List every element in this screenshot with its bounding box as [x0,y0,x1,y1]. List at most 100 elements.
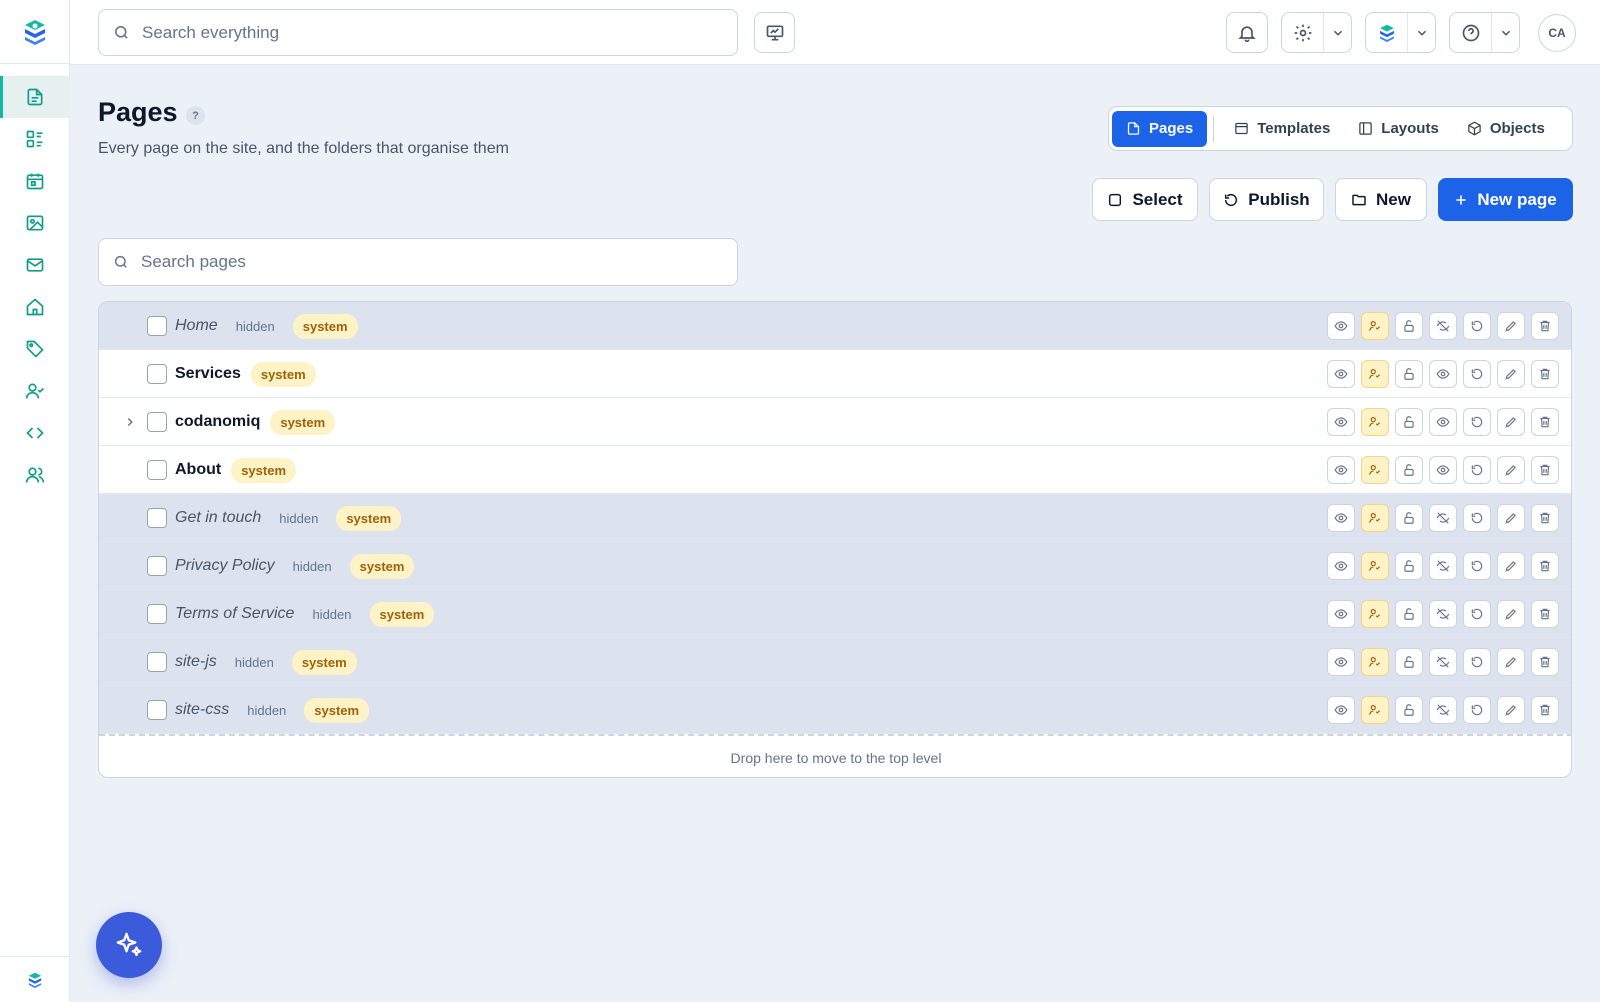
sidebar-item-members[interactable] [0,370,70,412]
page-name[interactable]: codanomiq [175,413,260,431]
global-search-input[interactable] [142,22,737,43]
visibility-toggle[interactable] [1429,648,1457,676]
select-button[interactable]: Select [1092,178,1198,221]
table-row[interactable]: codanomiq system [99,398,1571,446]
permissions-button[interactable] [1361,408,1389,436]
revert-button[interactable] [1463,360,1491,388]
row-checkbox[interactable] [147,652,167,672]
lock-button[interactable] [1395,456,1423,484]
help-menu[interactable] [1449,12,1520,53]
visibility-toggle[interactable] [1429,360,1457,388]
permissions-button[interactable] [1361,312,1389,340]
tab-layouts[interactable]: Layouts [1344,111,1453,147]
table-row[interactable]: Home hidden system [99,302,1571,350]
edit-button[interactable] [1497,312,1525,340]
ai-assistant-button[interactable] [96,912,162,978]
delete-button[interactable] [1531,408,1559,436]
visibility-toggle[interactable] [1429,504,1457,532]
sidebar-item-users[interactable] [0,454,70,496]
visibility-toggle[interactable] [1429,456,1457,484]
table-row[interactable]: Services system [99,350,1571,398]
table-row[interactable]: Privacy Policy hidden system [99,542,1571,590]
edit-button[interactable] [1497,456,1525,484]
row-checkbox[interactable] [147,604,167,624]
lock-button[interactable] [1395,360,1423,388]
preview-site-button[interactable] [754,12,795,53]
page-name[interactable]: About [175,461,221,479]
row-checkbox[interactable] [147,508,167,528]
lock-button[interactable] [1395,552,1423,580]
lock-button[interactable] [1395,600,1423,628]
help-dropdown[interactable] [1492,13,1519,52]
sidebar-item-code[interactable] [0,412,70,454]
page-name[interactable]: Get in touch [175,509,261,527]
delete-button[interactable] [1531,648,1559,676]
permissions-button[interactable] [1361,600,1389,628]
row-checkbox[interactable] [147,556,167,576]
delete-button[interactable] [1531,456,1559,484]
row-checkbox[interactable] [147,412,167,432]
preview-button[interactable] [1327,648,1355,676]
permissions-button[interactable] [1361,552,1389,580]
lock-button[interactable] [1395,696,1423,724]
delete-button[interactable] [1531,504,1559,532]
preview-button[interactable] [1327,408,1355,436]
settings-menu[interactable] [1281,12,1352,53]
help-button[interactable] [1450,13,1492,52]
publish-button[interactable]: Publish [1209,178,1324,221]
row-checkbox[interactable] [147,364,167,384]
revert-button[interactable] [1463,600,1491,628]
preview-button[interactable] [1327,504,1355,532]
notifications-button[interactable] [1226,12,1268,53]
revert-button[interactable] [1463,552,1491,580]
permissions-button[interactable] [1361,696,1389,724]
visibility-toggle[interactable] [1429,312,1457,340]
new-folder-button[interactable]: New [1335,178,1427,221]
permissions-button[interactable] [1361,456,1389,484]
delete-button[interactable] [1531,312,1559,340]
row-checkbox[interactable] [147,460,167,480]
page-name[interactable]: Home [175,317,218,335]
delete-button[interactable] [1531,360,1559,388]
sidebar-footer-logo[interactable] [0,956,70,1002]
sidebar-item-pages[interactable] [0,76,70,118]
preview-button[interactable] [1327,456,1355,484]
preview-button[interactable] [1327,312,1355,340]
edit-button[interactable] [1497,504,1525,532]
user-avatar[interactable]: CA [1538,14,1576,52]
settings-button[interactable] [1282,13,1324,52]
page-search[interactable] [98,238,738,286]
edit-button[interactable] [1497,552,1525,580]
delete-button[interactable] [1531,552,1559,580]
revert-button[interactable] [1463,456,1491,484]
page-search-input[interactable] [141,252,737,272]
permissions-button[interactable] [1361,504,1389,532]
page-name[interactable]: Privacy Policy [175,557,275,575]
sidebar-item-tags[interactable] [0,328,70,370]
delete-button[interactable] [1531,696,1559,724]
permissions-button[interactable] [1361,648,1389,676]
lock-button[interactable] [1395,648,1423,676]
sidebar-item-forms[interactable] [0,118,70,160]
row-checkbox[interactable] [147,316,167,336]
row-checkbox[interactable] [147,700,167,720]
revert-button[interactable] [1463,648,1491,676]
page-name[interactable]: site-css [175,701,229,719]
visibility-toggle[interactable] [1429,552,1457,580]
sidebar-item-calendar[interactable] [0,160,70,202]
edit-button[interactable] [1497,648,1525,676]
site-switcher[interactable] [1365,12,1436,53]
lock-button[interactable] [1395,504,1423,532]
edit-button[interactable] [1497,600,1525,628]
edit-button[interactable] [1497,696,1525,724]
delete-button[interactable] [1531,600,1559,628]
page-help-icon[interactable]: ? [186,106,205,125]
settings-dropdown[interactable] [1324,13,1351,52]
permissions-button[interactable] [1361,360,1389,388]
table-row[interactable]: About system [99,446,1571,494]
preview-button[interactable] [1327,600,1355,628]
sidebar-item-home[interactable] [0,286,70,328]
edit-button[interactable] [1497,360,1525,388]
sidebar-item-media[interactable] [0,202,70,244]
visibility-toggle[interactable] [1429,600,1457,628]
